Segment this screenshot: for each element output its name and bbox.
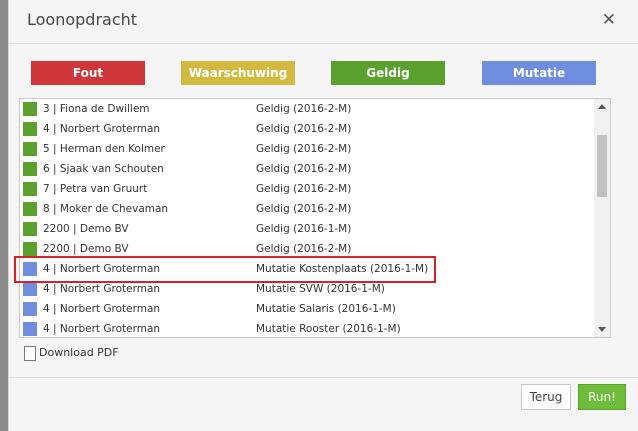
list-item[interactable]: 4 | Norbert Groterman Mutatie Salaris (20…	[20, 300, 594, 320]
employee-label: 7 | Petra van Gruurt	[43, 183, 148, 195]
employee-label: 2200 | Demo BV	[43, 243, 129, 255]
status-label: Geldig (2016-2-M)	[256, 243, 352, 255]
list-item[interactable]: 3 | Fiona de Dwillem Geldig (2016-2-M)	[20, 100, 594, 120]
download-pdf-label: Download PDF	[39, 346, 119, 359]
list-item[interactable]: 8 | Moker de Chevaman Geldig (2016-2-M)	[20, 200, 594, 220]
status-color-square	[23, 222, 37, 236]
close-icon[interactable]: ✕	[602, 10, 616, 30]
employee-label: 5 | Herman den Kolmer	[43, 143, 165, 155]
status-color-square	[23, 162, 37, 176]
status-color-square	[23, 202, 37, 216]
run-button[interactable]: Run!	[578, 384, 626, 410]
employee-label: 8 | Moker de Chevaman	[43, 203, 169, 215]
header-divider	[9, 43, 638, 44]
list-scrollbar[interactable]	[594, 99, 610, 337]
status-color-square	[23, 322, 37, 336]
employee-label: 4 | Norbert Groterman	[43, 283, 161, 295]
status-label: Mutatie Salaris (2016-1-M)	[256, 303, 396, 315]
status-color-square	[23, 182, 37, 196]
dialog-title: Loonopdracht	[27, 10, 138, 29]
status-color-square	[23, 102, 37, 116]
employee-label: 6 | Sjaak van Schouten	[43, 163, 164, 175]
status-label: Geldig (2016-1-M)	[256, 223, 352, 235]
highlight-box	[14, 256, 436, 283]
payroll-list[interactable]: 3 | Fiona de Dwillem Geldig (2016-2-M) 4 |…	[19, 98, 611, 338]
footer-divider	[9, 377, 638, 378]
scroll-down-icon[interactable]	[598, 327, 606, 332]
list-item[interactable]: 7 | Petra van Gruurt Geldig (2016-2-M)	[20, 180, 594, 200]
list-item[interactable]: 4 | Norbert Groterman Mutatie SVW (2016-1…	[20, 280, 594, 300]
legend-mutatie: Mutatie	[482, 61, 596, 85]
back-button[interactable]: Terug	[521, 384, 571, 410]
loonopdracht-dialog: Loonopdracht ✕ Fout Waarschuwing Geldig …	[8, 0, 638, 431]
status-color-square	[23, 242, 37, 256]
status-color-square	[23, 282, 37, 296]
status-label: Geldig (2016-2-M)	[256, 103, 352, 115]
employee-label: 2200 | Demo BV	[43, 223, 129, 235]
status-label: Geldig (2016-2-M)	[256, 183, 352, 195]
status-color-square	[23, 122, 37, 136]
backdrop	[0, 0, 8, 431]
legend-fout: Fout	[31, 61, 145, 85]
list-item[interactable]: 5 | Herman den Kolmer Geldig (2016-2-M)	[20, 140, 594, 160]
status-color-square	[23, 302, 37, 316]
employee-label: 4 | Norbert Groterman	[43, 323, 161, 335]
legend-waarschuwing: Waarschuwing	[181, 61, 295, 85]
status-label: Mutatie Rooster (2016-1-M)	[256, 323, 401, 335]
status-label: Geldig (2016-2-M)	[256, 143, 352, 155]
status-label: Mutatie SVW (2016-1-M)	[256, 283, 385, 295]
status-label: Geldig (2016-2-M)	[256, 123, 352, 135]
list-item[interactable]: 4 | Norbert Groterman Geldig (2016-2-M)	[20, 120, 594, 140]
legend-geldig: Geldig	[331, 61, 445, 85]
employee-label: 4 | Norbert Groterman	[43, 123, 161, 135]
status-label: Geldig (2016-2-M)	[256, 203, 352, 215]
list-item[interactable]: 4 | Norbert Groterman Mutatie Rooster (20…	[20, 320, 594, 337]
scroll-up-icon[interactable]	[598, 104, 606, 109]
pdf-icon	[24, 346, 36, 361]
employee-label: 3 | Fiona de Dwillem	[43, 103, 150, 115]
list-item[interactable]: 6 | Sjaak van Schouten Geldig (2016-2-M)	[20, 160, 594, 180]
status-label: Geldig (2016-2-M)	[256, 163, 352, 175]
employee-label: 4 | Norbert Groterman	[43, 303, 161, 315]
list-item[interactable]: 2200 | Demo BV Geldig (2016-1-M)	[20, 220, 594, 240]
status-color-square	[23, 142, 37, 156]
scroll-thumb[interactable]	[597, 135, 607, 197]
